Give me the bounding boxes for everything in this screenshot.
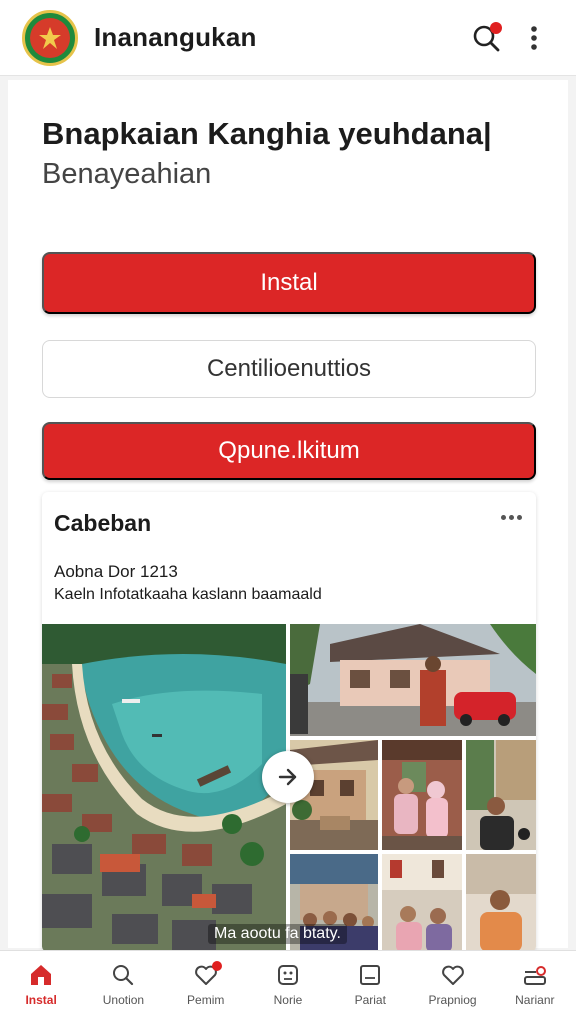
book-icon [360, 965, 381, 985]
photo-gallery[interactable]: Ma aootu fa btaty. [42, 624, 536, 952]
nav-item-pemim[interactable]: Pemim [165, 951, 247, 1024]
nav-label: Pariat [354, 993, 386, 1007]
profile-icon [523, 966, 546, 985]
notification-badge [490, 21, 502, 34]
nav-label: Prapniog [428, 993, 477, 1007]
more-options-button[interactable] [514, 18, 554, 58]
page-headline: Bnapkaian Kanghia yeuhdana| [42, 116, 492, 151]
home-icon [31, 965, 52, 985]
arrow-right-icon [278, 768, 297, 786]
main-content: Bnapkaian Kanghia yeuhdana| Benayeahian … [8, 80, 568, 952]
photo-woman-hijab-porch[interactable] [382, 740, 462, 850]
post-more-button[interactable] [496, 502, 526, 532]
heart-outline-icon [441, 965, 464, 985]
nav-label: Unotion [102, 993, 145, 1007]
search-button[interactable] [466, 18, 506, 58]
secondary-button[interactable]: Centilioenuttios [42, 340, 536, 398]
page-subheadline: Benayeahian [42, 158, 212, 190]
post-date: Aobna Dor 1213 [54, 562, 178, 581]
nav-item-norie[interactable]: Norie [247, 951, 329, 1024]
app-bar: Inanangukan [0, 0, 576, 76]
photo-red-car-house[interactable] [290, 624, 536, 736]
nav-notification-badge [211, 961, 222, 971]
photo-man-wooden-house[interactable] [466, 740, 536, 850]
nav-item-narianr[interactable]: Narianr [494, 951, 576, 1024]
nav-label: Instal [25, 993, 57, 1007]
bottom-navigation: Instal Unotion Pemim Norie Pariat Prapni… [0, 950, 576, 1024]
gallery-next-button[interactable] [262, 751, 314, 803]
nav-item-instal[interactable]: Instal [0, 951, 82, 1024]
post-description: Kaeln Infotatkaaha kaslann baamaald [54, 586, 322, 603]
nav-item-prapniog[interactable]: Prapniog [411, 951, 493, 1024]
photo-lagoon-aerial[interactable] [42, 624, 286, 952]
photo-young-man[interactable] [466, 854, 536, 952]
nav-item-unotion[interactable]: Unotion [82, 951, 164, 1024]
kebab-menu-icon [531, 25, 537, 50]
nav-label: Norie [273, 993, 303, 1007]
post-card: Cabeban Aobna Dor 1213 Kaeln Infotatkaah… [42, 492, 536, 952]
open-button[interactable]: Qpune.lkitum [42, 422, 536, 480]
search-icon [113, 965, 134, 986]
post-title: Cabeban [54, 510, 152, 536]
install-button[interactable]: Instal [42, 252, 536, 314]
app-logo [22, 9, 78, 66]
photo-grandparents-house[interactable] [382, 854, 462, 952]
nav-item-pariat[interactable]: Pariat [329, 951, 411, 1024]
gallery-caption: Ma aootu fa btaty. [208, 924, 347, 944]
nav-label: Narianr [515, 993, 555, 1007]
dice-icon [277, 965, 298, 985]
app-title: Inanangukan [94, 22, 257, 52]
nav-label: Pemim [187, 993, 225, 1007]
